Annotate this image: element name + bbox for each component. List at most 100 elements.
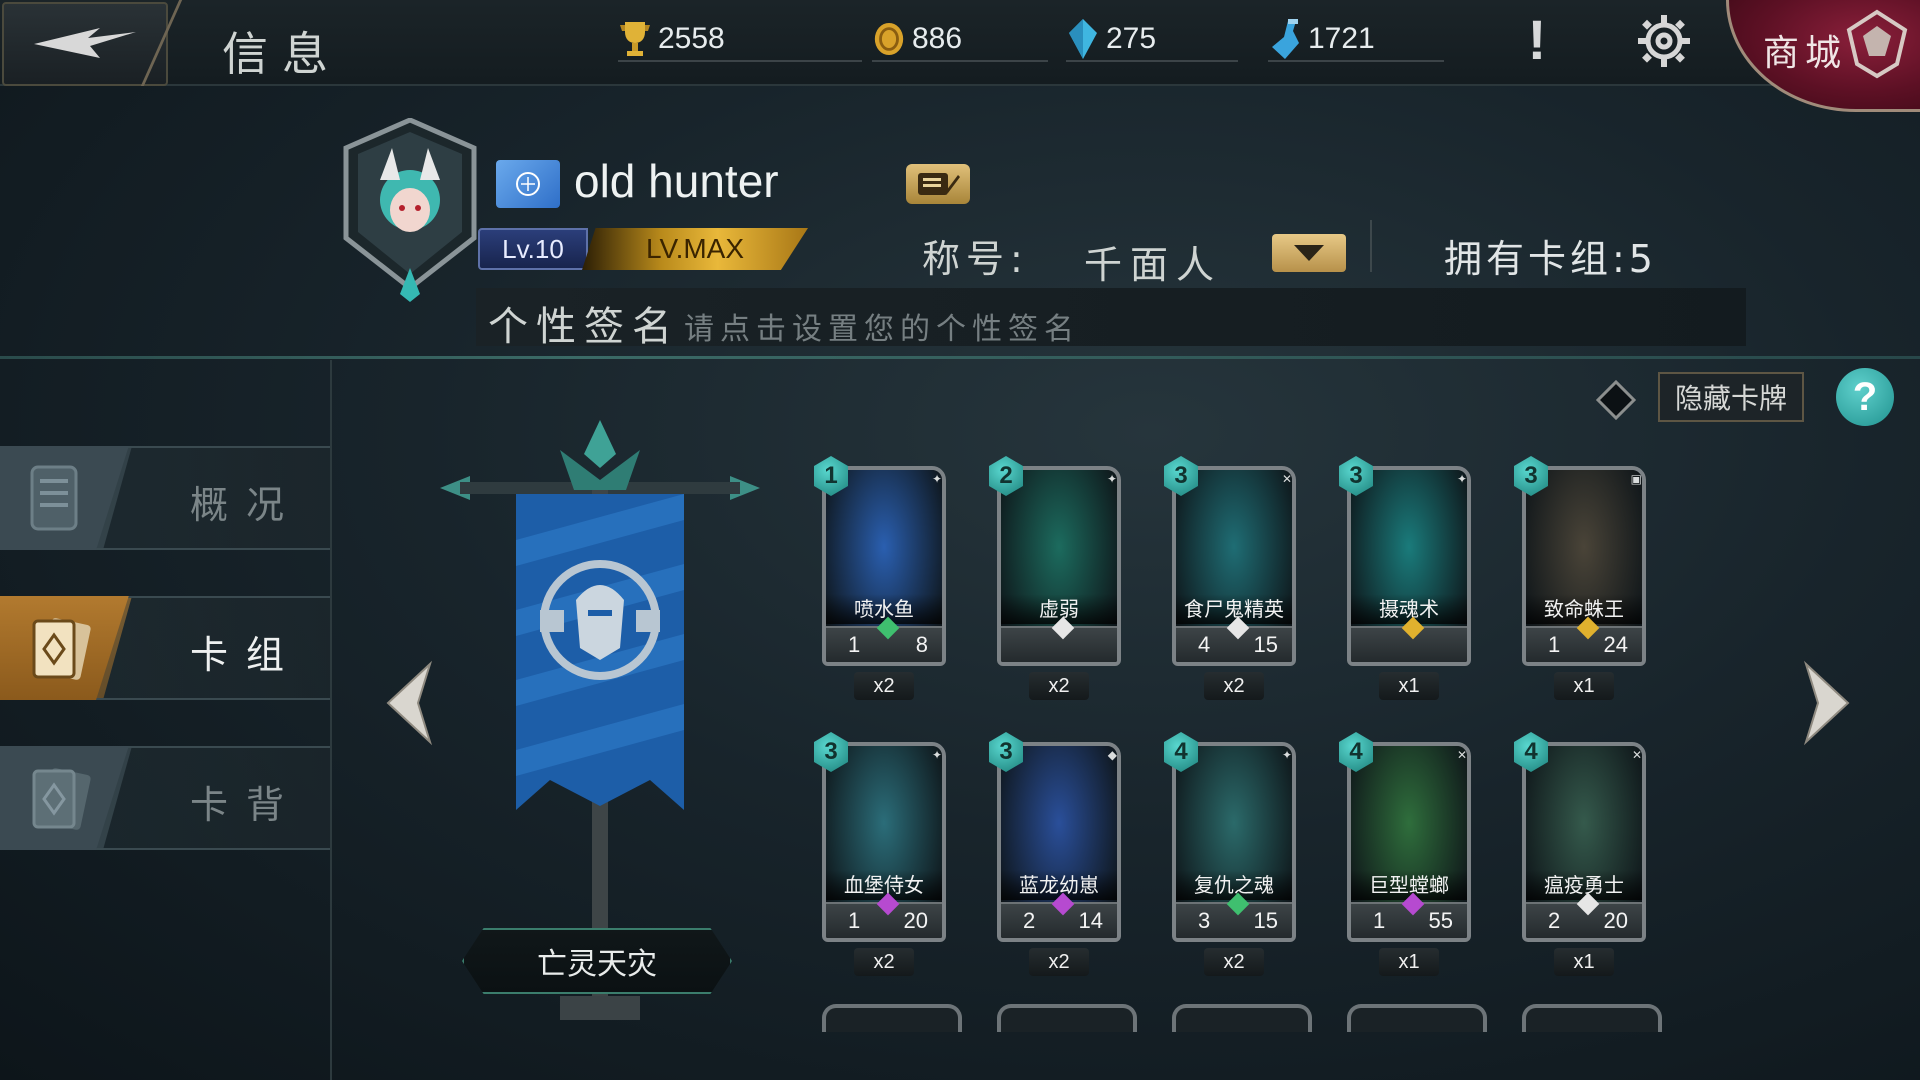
back-arrow-icon — [34, 28, 136, 58]
chevron-left-icon — [386, 660, 433, 746]
help-button[interactable]: ? — [1836, 368, 1894, 426]
profile-divider — [1370, 220, 1372, 272]
deck-card[interactable]: 血堡侍女 1 20 3 ✦ x2 — [814, 732, 954, 982]
card-frame: 巨型螳螂 1 55 — [1347, 742, 1471, 942]
edit-profile-button[interactable] — [906, 164, 970, 204]
card-count: x2 — [1204, 672, 1264, 700]
title-value: 千面人 — [1084, 243, 1223, 287]
card-frame: 喷水鱼 1 8 — [822, 466, 946, 666]
deck-card[interactable]: 蓝龙幼崽 2 14 3 ◆ x2 — [989, 732, 1129, 982]
back-button[interactable] — [2, 2, 168, 86]
edit-icon — [918, 173, 960, 195]
currency-dust: 1721 — [1268, 18, 1444, 62]
card-type-icon: ✦ — [1281, 748, 1292, 762]
tab-overview-label: 概况 — [190, 483, 303, 527]
chevron-right-icon — [1803, 660, 1850, 746]
card-attack: 4 — [1198, 632, 1211, 657]
card-attack: 2 — [1023, 908, 1036, 933]
deck-card-partial[interactable] — [997, 1004, 1137, 1032]
card-health: 55 — [1428, 908, 1453, 933]
deck-card[interactable]: 致命蛛王 1 24 3 ▣ x1 — [1514, 456, 1654, 706]
card-health: 15 — [1253, 908, 1278, 933]
card-frame: 摄魂术 — [1347, 466, 1471, 666]
hide-cards-toggle[interactable] — [1596, 380, 1636, 420]
section-divider — [0, 356, 1920, 359]
game-screen: 信息 2558 886 275 1721 ! 商城 old hunter Lv.… — [0, 0, 1920, 1080]
player-avatar[interactable] — [340, 117, 480, 304]
title-dropdown-button[interactable] — [1272, 234, 1346, 272]
card-health: 20 — [903, 908, 928, 933]
card-stats: 1 24 — [1526, 616, 1642, 662]
card-deck-icon — [32, 618, 91, 680]
card-count: x2 — [854, 672, 914, 700]
card-stats: 2 14 — [1001, 892, 1117, 938]
signature-placeholder: 请点击设置您的个性签名 — [684, 312, 1080, 347]
level-max-badge: LV.MAX — [582, 228, 808, 270]
tab-overview[interactable]: 概况 — [0, 446, 330, 550]
deck-card[interactable]: 食尸鬼精英 4 15 3 ✕ x2 — [1164, 456, 1304, 706]
card-attack: 1 — [1373, 908, 1386, 933]
decks-owned-count: 拥有卡组:5 — [1444, 237, 1657, 281]
card-health: 14 — [1078, 908, 1103, 933]
deck-card[interactable]: 复仇之魂 3 15 4 ✦ x2 — [1164, 732, 1304, 982]
card-type-icon: ✦ — [931, 472, 942, 486]
card-type-icon: ✦ — [1106, 472, 1117, 486]
card-stats: 1 20 — [826, 892, 942, 938]
deck-card[interactable]: 瘟疫勇士 2 20 4 ✕ x1 — [1514, 732, 1654, 982]
notification-button[interactable]: ! — [1508, 4, 1566, 74]
tab-card-backs[interactable]: 卡背 — [0, 746, 330, 850]
card-health: 20 — [1603, 908, 1628, 933]
currency-trophy: 2558 — [618, 18, 862, 62]
card-frame: 血堡侍女 1 20 — [822, 742, 946, 942]
deck-card[interactable]: 虚弱 2 ✦ x2 — [989, 456, 1129, 706]
card-attack: 1 — [848, 908, 861, 933]
level-bar: Lv.10 LV.MAX — [478, 228, 828, 270]
next-deck-button[interactable] — [1796, 658, 1856, 748]
card-type-icon: ✕ — [1281, 472, 1292, 486]
tab-decks-label: 卡组 — [190, 633, 303, 677]
card-health: 15 — [1253, 632, 1278, 657]
deck-card-partial[interactable] — [1172, 1004, 1312, 1032]
document-icon — [30, 465, 78, 531]
deck-card-partial[interactable] — [822, 1004, 962, 1032]
hide-cards-button[interactable]: 隐藏卡牌 — [1658, 372, 1804, 422]
card-type-icon: ✦ — [931, 748, 942, 762]
card-stats: 1 55 — [1351, 892, 1467, 938]
currency-crystal: 275 — [1066, 18, 1238, 62]
deck-card-partial[interactable] — [1522, 1004, 1662, 1032]
card-count: x1 — [1379, 948, 1439, 976]
exclamation-icon: ! — [1527, 7, 1547, 71]
gold-value: 886 — [912, 22, 963, 55]
card-type-icon: ◆ — [1107, 748, 1117, 762]
deck-card-partial[interactable] — [1347, 1004, 1487, 1032]
card-stats — [1001, 616, 1117, 662]
tab-decks[interactable]: 卡组 — [0, 596, 330, 700]
deck-card[interactable]: 摄魂术 3 ✦ x1 — [1339, 456, 1479, 706]
settings-button[interactable] — [1628, 8, 1700, 74]
shop-button[interactable]: 商城 — [1726, 0, 1920, 112]
card-count: x1 — [1554, 948, 1614, 976]
card-type-icon: ✕ — [1456, 748, 1467, 762]
signature-field[interactable]: 个性签名 请点击设置您的个性签名 — [476, 288, 1746, 350]
card-type-icon: ✦ — [1456, 472, 1467, 486]
country-flag-icon — [496, 160, 560, 208]
card-count: x2 — [1029, 948, 1089, 976]
dust-value: 1721 — [1308, 22, 1375, 55]
shop-label: 商城 — [1763, 33, 1848, 74]
card-count: x2 — [1029, 672, 1089, 700]
card-frame: 瘟疫勇士 2 20 — [1522, 742, 1646, 942]
card-count: x1 — [1554, 672, 1614, 700]
deck-card[interactable]: 喷水鱼 1 8 1 ✦ x2 — [814, 456, 954, 706]
previous-deck-button[interactable] — [380, 658, 440, 748]
card-count: x2 — [854, 948, 914, 976]
card-frame: 复仇之魂 3 15 — [1172, 742, 1296, 942]
player-name: old hunter — [574, 155, 779, 207]
deck-card[interactable]: 巨型螳螂 1 55 4 ✕ x1 — [1339, 732, 1479, 982]
card-attack: 3 — [1198, 908, 1211, 933]
trophy-value: 2558 — [658, 22, 725, 55]
gear-icon — [1638, 15, 1690, 67]
card-stats: 1 8 — [826, 616, 942, 662]
card-stats — [1351, 616, 1467, 662]
page-title: 信息 — [222, 27, 342, 81]
crystal-icon — [1066, 17, 1100, 61]
